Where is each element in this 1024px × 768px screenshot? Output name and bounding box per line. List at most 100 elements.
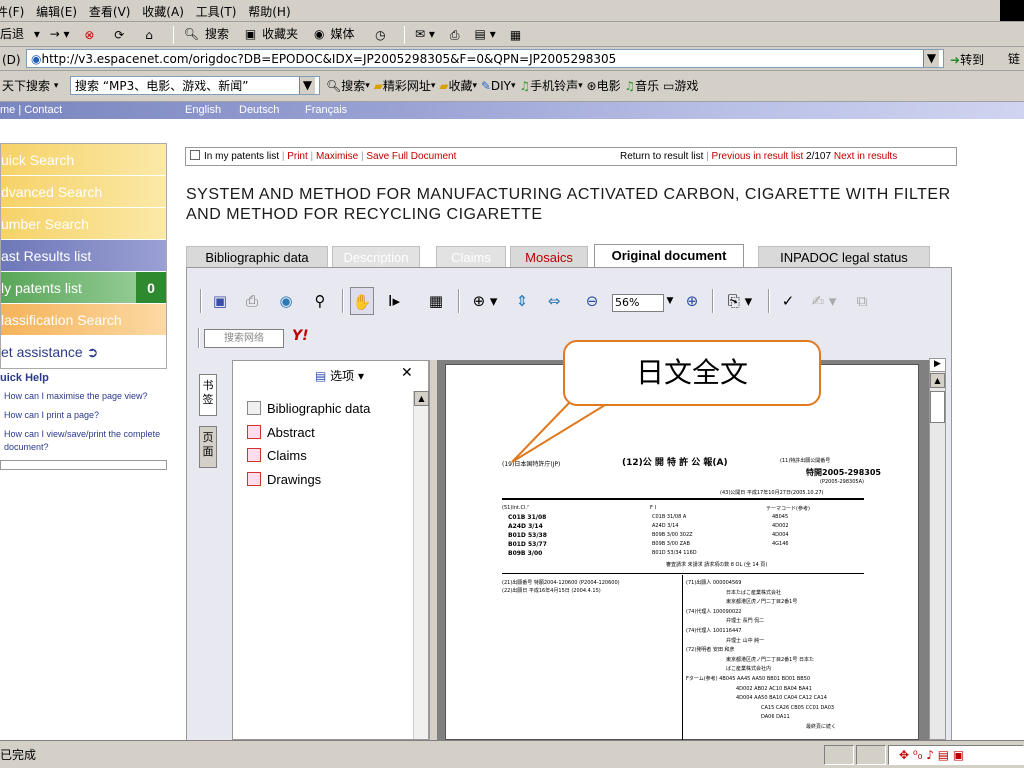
menu-tools[interactable]: 工具(T) xyxy=(196,1,237,22)
email-icon[interactable]: ◉ xyxy=(274,287,298,315)
bookmark-item[interactable]: Drawings xyxy=(247,472,321,488)
discuss-icon[interactable]: ▦ xyxy=(506,26,526,44)
bookmark-item[interactable]: Abstract xyxy=(247,425,315,441)
chevron-down-icon[interactable]: ▼ xyxy=(923,50,939,67)
media-button[interactable]: ◉ 媒体 xyxy=(314,22,361,46)
my-patents-checkbox[interactable] xyxy=(190,150,200,160)
bookmark-label: Claims xyxy=(267,448,307,463)
print-icon[interactable]: ⎙ xyxy=(240,287,264,315)
ime-icon[interactable]: ✥ ⁰₀ ♪ ▤ ▣ xyxy=(899,746,964,764)
links-diy[interactable]: DIY xyxy=(491,71,511,101)
bookmark-item[interactable]: Bibliographic data xyxy=(247,401,370,417)
tab-inpadoc-legal-status[interactable]: INPADOC legal status xyxy=(758,246,930,268)
go-button[interactable]: ➜转到 xyxy=(950,47,984,70)
fit-page-icon[interactable]: ⇕ xyxy=(510,287,534,315)
zoom-level-input[interactable]: 56% xyxy=(612,294,664,312)
help-print-link[interactable]: How can I print a page? xyxy=(0,409,167,422)
tab-original-document[interactable]: Original document xyxy=(594,244,744,268)
edit-icon[interactable]: ▤ ▾ xyxy=(475,22,496,46)
links-games[interactable]: 游戏 xyxy=(674,71,698,101)
menu-edit[interactable]: 编辑(E) xyxy=(36,1,77,22)
save-icon[interactable]: ▣ xyxy=(208,287,232,315)
links-favorites[interactable]: 收藏 xyxy=(448,71,472,101)
previous-result-link[interactable]: Previous in result list xyxy=(712,151,804,162)
tab-mosaics[interactable]: Mosaics xyxy=(510,246,588,268)
web-search-field[interactable]: 搜索网络 xyxy=(204,329,284,348)
home-icon[interactable]: ⌂ xyxy=(139,26,159,44)
links-music[interactable]: 音乐 xyxy=(635,71,659,101)
chevron-down-icon[interactable]: ▾ xyxy=(54,71,59,101)
favorites-button[interactable]: ▣ 收藏夹 xyxy=(245,22,304,46)
refresh-icon[interactable]: ⟳ xyxy=(109,26,129,44)
nav-my-patents[interactable]: ly patents list 0 xyxy=(1,272,166,304)
favorites-label: 收藏夹 xyxy=(262,27,299,41)
search-button[interactable]: 🔍︎ 搜索 xyxy=(184,22,235,46)
bookmark-item[interactable]: Claims xyxy=(247,448,307,464)
hand-tool-icon[interactable]: ✋ xyxy=(350,287,374,315)
snapshot-icon[interactable]: ▦ xyxy=(424,287,448,315)
pages-tab[interactable]: 页面 xyxy=(199,426,217,468)
search-engine-label[interactable]: 天下搜索 xyxy=(2,71,50,101)
nav-last-results[interactable]: ast Results list xyxy=(1,240,166,272)
find-icon[interactable]: ⚲ xyxy=(308,287,332,315)
links-sites[interactable]: 精彩网址 xyxy=(383,71,431,101)
menu-help[interactable]: 帮助(H) xyxy=(248,1,290,22)
yahoo-logo-icon[interactable]: Y! xyxy=(292,328,309,344)
copy-icon[interactable]: ⧉ xyxy=(850,287,874,315)
address-input[interactable]: ◉ http://v3.espacenet.com/origdoc?DB=EPO… xyxy=(26,49,944,68)
scroll-up-icon[interactable]: ▲ xyxy=(414,391,429,406)
bookmark-options[interactable]: ▤ 选项 ▾ xyxy=(315,367,364,384)
print-link[interactable]: Print xyxy=(287,151,308,162)
spellcheck-icon[interactable]: ✓ xyxy=(776,287,800,315)
scroll-thumb[interactable] xyxy=(930,391,945,423)
fit-width-icon[interactable]: ⇔ xyxy=(542,287,566,315)
maximise-link[interactable]: Maximise xyxy=(316,151,358,162)
fi-list: C01B 31/08 A A24D 3/14 B09B 3/00 302Z B0… xyxy=(652,513,697,558)
zoom-in-icon[interactable]: ⊕ xyxy=(680,287,704,315)
nav-advanced-search[interactable]: dvanced Search xyxy=(1,176,166,208)
tab-description[interactable]: Description xyxy=(332,246,420,268)
links-movies[interactable]: 电影 xyxy=(597,71,621,101)
lang-francais[interactable]: Français xyxy=(305,102,347,119)
print-icon[interactable]: ⎙ xyxy=(445,26,465,44)
back-button[interactable]: 后退 ▾ xyxy=(0,22,40,46)
zoom-in-tool-icon[interactable]: ⊕ ▾ xyxy=(468,287,502,315)
close-icon[interactable]: ✕ xyxy=(401,365,413,381)
lang-deutsch[interactable]: Deutsch xyxy=(239,102,279,119)
zoom-out-icon[interactable]: ⊖ xyxy=(580,287,604,315)
sign-icon[interactable]: ✍ ▾ xyxy=(804,287,844,315)
forward-icon[interactable]: → ▾ xyxy=(50,22,70,46)
links-ringtones[interactable]: 手机铃声 xyxy=(530,71,578,101)
next-result-link[interactable]: Next in results xyxy=(834,151,897,162)
menu-view[interactable]: 查看(V) xyxy=(89,1,131,22)
lang-english[interactable]: English xyxy=(185,102,221,119)
web-search-input[interactable]: 搜索 “MP3、电影、游戏、新闻” ▼ xyxy=(70,76,320,95)
home-contact-link[interactable]: me | Contact xyxy=(0,102,62,119)
nav-get-assistance[interactable]: et assistance ➲ xyxy=(1,336,166,368)
bookmarks-tab[interactable]: 书签 xyxy=(199,374,217,416)
chevron-down-icon[interactable]: ▼ xyxy=(299,77,315,94)
help-maximise-link[interactable]: How can I maximise the page view? xyxy=(0,390,167,403)
help-save-link[interactable]: How can I view/save/print the complete d… xyxy=(0,428,167,454)
tab-bibliographic-data[interactable]: Bibliographic data xyxy=(186,246,328,268)
scroll-up-icon[interactable]: ▲ xyxy=(930,373,945,388)
mail-icon[interactable]: ✉ ▾ xyxy=(415,22,435,46)
return-to-results-link[interactable]: Return to result list xyxy=(620,151,703,162)
nav-number-search[interactable]: umber Search xyxy=(1,208,166,240)
save-full-document-link[interactable]: Save Full Document xyxy=(366,151,456,162)
select-text-icon[interactable]: I▸ xyxy=(382,287,406,315)
stop-icon[interactable]: ⊗ xyxy=(79,26,99,44)
tab-claims[interactable]: Claims xyxy=(436,246,506,268)
document-scrollbar[interactable]: ▲ xyxy=(929,360,946,740)
next-page-arrow-icon[interactable]: ▶ xyxy=(929,358,946,372)
links-search[interactable]: 搜索 xyxy=(341,71,365,101)
history-icon[interactable]: ◷ xyxy=(370,26,390,44)
rotate-icon[interactable]: ⎘ ▾ xyxy=(720,287,760,315)
bookmark-scrollbar[interactable]: ▲ xyxy=(413,391,429,739)
menu-favorites[interactable]: 收藏(A) xyxy=(142,1,184,22)
links-label[interactable]: 链 xyxy=(1008,47,1020,70)
menu-file[interactable]: 件(F) xyxy=(0,1,24,22)
panel-splitter[interactable] xyxy=(429,360,437,740)
nav-quick-search[interactable]: uick Search xyxy=(1,144,166,176)
nav-classification-search[interactable]: lassification Search xyxy=(1,304,166,336)
